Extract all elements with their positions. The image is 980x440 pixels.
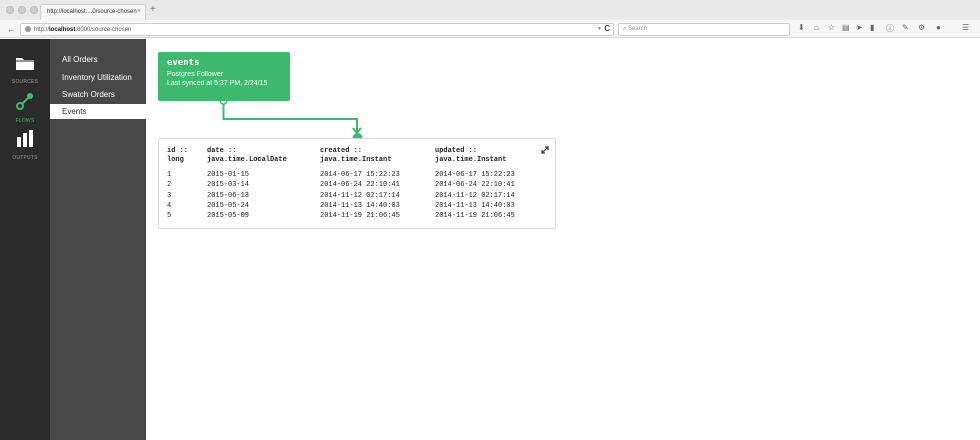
nav-outputs[interactable]: OUTPUTS — [0, 130, 50, 161]
flows-link-icon — [16, 93, 33, 110]
table-cell: 1 — [167, 171, 172, 179]
table-cell: 2015-06-13 — [207, 191, 250, 200]
column-date: date :: java.time.LocalDate — [207, 147, 287, 165]
table-cell: 2014-11-12 02:17:14 — [320, 191, 400, 200]
info-icon[interactable]: ⓘ — [886, 23, 894, 34]
flows-list: All Orders Inventory Utilization Swatch … — [50, 39, 146, 440]
source-title: events — [167, 58, 200, 68]
window-close-button[interactable] — [6, 6, 14, 14]
send-icon[interactable]: ➤ — [856, 23, 863, 32]
bookmark-star-icon[interactable]: ☆ — [828, 23, 835, 32]
url-history-dropdown-icon[interactable]: ▾ — [598, 25, 601, 32]
search-icon: ⌕ — [623, 26, 627, 32]
window-minimize-button[interactable] — [18, 6, 26, 14]
table-cell: 2014-11-19 21:06:45 — [320, 212, 400, 221]
column-created: created :: java.time.Instant — [320, 147, 391, 165]
bar-chart-icon — [17, 130, 33, 147]
column-date-cells: 2015-01-15 2015-03-14 2015-06-13 2015-05… — [207, 170, 249, 221]
menu-icon[interactable]: ☰ — [962, 23, 969, 32]
download-icon[interactable]: ⬇ — [798, 23, 805, 32]
reading-list-icon[interactable]: ▤ — [842, 23, 850, 32]
table-cell: 2014-06-24 22:10:41 — [320, 181, 400, 190]
nav-flows[interactable]: FLOWS — [0, 92, 50, 124]
site-info-icon[interactable] — [25, 26, 31, 32]
window-zoom-button[interactable] — [30, 6, 38, 14]
column-header-type: java.time.Instant — [435, 156, 507, 164]
column-header-type: java.time.Instant — [320, 156, 392, 164]
addon-icon[interactable]: ⚙ — [918, 23, 925, 32]
primary-nav: SOURCES FLOWS OUTPUTS — [0, 39, 50, 440]
table-cell: 2014-06-17 15:22:23 — [435, 171, 515, 179]
flow-item-inventory-utilization[interactable]: Inventory Utilization — [50, 70, 146, 85]
table-cell: 2015-05-24 — [207, 201, 250, 210]
column-header-name: updated :: — [435, 147, 478, 155]
browser-toolbar: ⬇ ⌂ ☆ ▤ ➤ ▮ ⓘ ✎ ⚙ ● ☰ — [796, 23, 976, 36]
table-cell: 2014-11-19 21:06:45 — [435, 212, 515, 221]
flow-item-events[interactable]: Events — [50, 104, 146, 119]
tab-close-icon[interactable]: × — [137, 8, 141, 15]
new-tab-button[interactable]: + — [150, 4, 156, 16]
browser-tab-strip: http://localhost:...0/source-chosen × + — [0, 0, 980, 20]
column-id: id :: long — [167, 147, 188, 165]
reload-icon[interactable]: C — [604, 24, 610, 33]
source-type: Postgres Follower — [167, 71, 224, 78]
flow-canvas: events Postgres Follower Last synced at … — [146, 39, 980, 440]
tools-icon[interactable]: ✎ — [902, 23, 909, 32]
folder-icon — [16, 58, 34, 70]
table-cell: 2 — [167, 181, 172, 190]
table-cell: 2014-06-24 22:10:41 — [435, 181, 515, 190]
tab-title: http://localhost:...0/source-chosen — [47, 9, 137, 15]
browser-nav-bar: ← http://localhost:8000/source-chosen ▾ … — [0, 20, 980, 38]
flow-item-swatch-orders[interactable]: Swatch Orders — [50, 87, 146, 102]
column-header-name: created :: — [320, 147, 363, 155]
url-path: :8000/source-chosen — [75, 27, 132, 33]
url-prefix: http:// — [34, 27, 50, 33]
table-cell: 5 — [167, 212, 172, 221]
table-cell: 2014-06-17 15:22:23 — [320, 171, 400, 179]
table-cell: 2014-11-13 14:40:03 — [320, 201, 400, 210]
nav-sources-label: SOURCES — [11, 79, 39, 85]
table-cell: 2015-05-09 — [207, 212, 250, 221]
table-cell: 2015-01-15 — [207, 171, 250, 179]
column-created-cells: 2014-06-17 15:22:23 2014-06-24 22:10:41 … — [320, 170, 400, 221]
browser-tab[interactable]: http://localhost:...0/source-chosen × — [40, 4, 146, 20]
chat-icon[interactable]: ● — [936, 23, 941, 32]
data-preview-table: id :: long date :: java.time.LocalDate c… — [158, 138, 556, 229]
flow-item-all-orders[interactable]: All Orders — [50, 52, 146, 67]
nav-sources[interactable]: SOURCES — [0, 55, 50, 85]
nav-outputs-label: OUTPUTS — [12, 155, 38, 161]
column-id-cells: 1 2 3 4 5 — [167, 170, 171, 221]
source-card[interactable]: events Postgres Follower Last synced at … — [158, 52, 290, 101]
pocket-icon[interactable]: ▮ — [870, 23, 874, 32]
expand-icon[interactable] — [540, 145, 550, 155]
column-header-type: java.time.LocalDate — [207, 156, 287, 164]
table-cell: 2015-03-14 — [207, 181, 250, 190]
column-header-type: long — [167, 156, 184, 164]
search-input[interactable]: ⌕ Search — [618, 23, 790, 36]
table-cell: 2014-11-13 14:40:03 — [435, 201, 515, 210]
source-last-synced: Last synced at 5:37 PM, 2/24/15 — [167, 80, 268, 87]
column-updated-cells: 2014-06-17 15:22:23 2014-06-24 22:10:41 … — [435, 170, 515, 221]
column-updated: updated :: java.time.Instant — [435, 147, 506, 165]
back-arrow-icon[interactable]: ← — [5, 23, 17, 35]
nav-flows-label: FLOWS — [15, 118, 35, 124]
url-host: localhost — [49, 27, 76, 33]
home-icon[interactable]: ⌂ — [814, 23, 819, 32]
column-header-name: id :: — [167, 147, 189, 155]
search-placeholder: Search — [628, 26, 648, 32]
url-bar[interactable]: http://localhost:8000/source-chosen ▾ C — [20, 23, 614, 36]
column-header-name: date :: — [207, 147, 237, 155]
table-cell: 4 — [167, 201, 172, 210]
table-cell: 2014-11-12 02:17:14 — [435, 191, 515, 200]
table-cell: 3 — [167, 191, 172, 200]
